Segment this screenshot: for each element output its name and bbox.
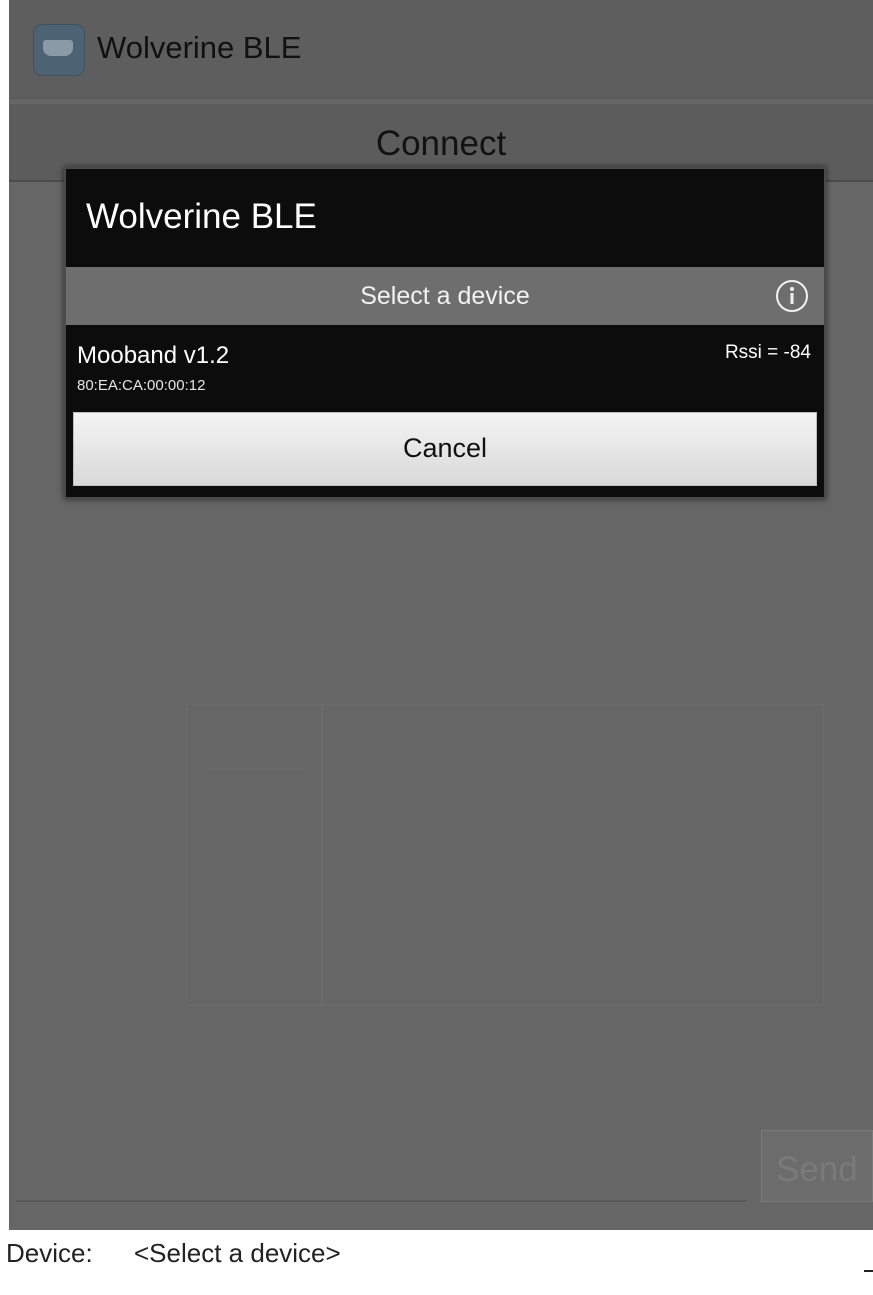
edge-strip	[0, 0, 9, 1230]
action-bar: Wolverine BLE	[9, 0, 873, 99]
app-title: Wolverine BLE	[97, 30, 302, 65]
device-address: 80:EA:CA:00:00:12	[77, 377, 206, 394]
send-button-label: Send	[776, 1150, 858, 1189]
cancel-button[interactable]: Cancel	[73, 412, 817, 486]
serial-port-icon-shape	[43, 40, 73, 56]
background-panel	[186, 704, 322, 1006]
send-button[interactable]: Send	[761, 1130, 873, 1202]
device-rssi: Rssi = -84	[724, 342, 811, 363]
device-list-item[interactable]: Mooband v1.2 80:EA:CA:00:00:12 Rssi = -8…	[66, 325, 824, 407]
background-panel	[322, 704, 824, 1006]
cancel-button-label: Cancel	[402, 433, 488, 463]
screen: Wolverine BLE Connect Send Device: <Sele…	[0, 0, 873, 1295]
dialog-subheader: Select a device	[66, 267, 824, 325]
connect-button-label: Connect	[375, 124, 507, 163]
device-picker-dialog: Wolverine BLE Select a device Mooband v1…	[64, 167, 826, 499]
device-name: Mooband v1.2	[77, 342, 230, 369]
serial-port-icon	[33, 24, 85, 76]
device-label: Device:	[6, 1238, 93, 1268]
message-input[interactable]	[16, 1170, 746, 1202]
footer-mark	[864, 1270, 873, 1272]
background-divider	[206, 768, 306, 770]
info-icon[interactable]	[775, 279, 809, 313]
dialog-subheader-label: Select a device	[360, 282, 530, 310]
device-value: <Select a device>	[134, 1238, 341, 1268]
dialog-title: Wolverine BLE	[86, 197, 317, 236]
device-status-bar: Device: <Select a device>	[0, 1230, 873, 1295]
